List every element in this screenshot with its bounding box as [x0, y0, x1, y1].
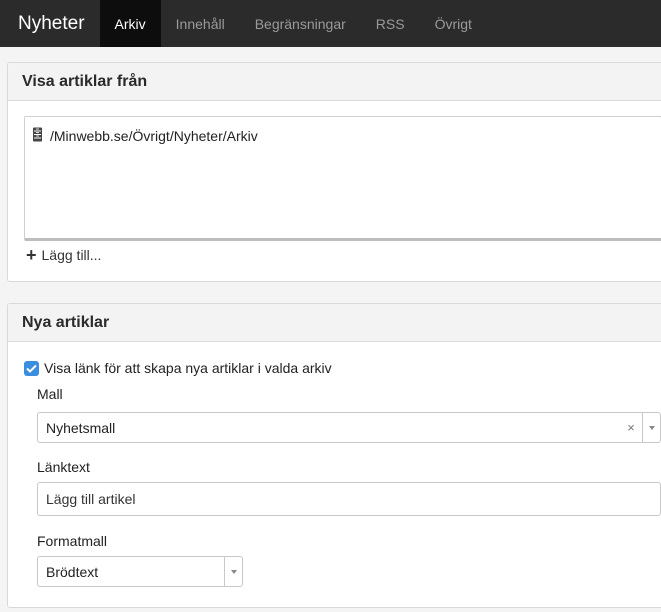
link-text-input[interactable]	[37, 482, 661, 516]
show-create-link-checkbox[interactable]	[24, 360, 39, 376]
template-select[interactable]: Nyhetsmall ×	[37, 412, 661, 443]
archive-icon	[32, 127, 50, 145]
show-create-link-checkbox-row[interactable]: Visa länk för att skapa nya artiklar i v…	[24, 360, 332, 376]
checkbox-label: Visa länk för att skapa nya artiklar i v…	[44, 360, 332, 376]
list-item[interactable]: /Minwebb.se/Övrigt/Nyheter/Arkiv	[32, 127, 258, 145]
tab-rss[interactable]: RSS	[361, 0, 420, 47]
plus-icon: +	[26, 245, 37, 265]
top-navbar: Nyheter Arkiv Innehåll Begränsningar RSS…	[0, 0, 661, 47]
chevron-down-icon	[648, 425, 655, 430]
dropdown-toggle[interactable]	[642, 413, 660, 442]
clear-icon[interactable]: ×	[620, 420, 642, 435]
format-label: Formatmall	[37, 533, 108, 549]
archive-path: /Minwebb.se/Övrigt/Nyheter/Arkiv	[50, 128, 258, 144]
archive-list[interactable]: /Minwebb.se/Övrigt/Nyheter/Arkiv	[24, 116, 661, 241]
tab-innehall[interactable]: Innehåll	[161, 0, 240, 47]
template-value: Nyhetsmall	[46, 419, 116, 436]
format-value: Brödtext	[46, 563, 99, 580]
add-archive-button[interactable]: + Lägg till...	[26, 245, 102, 265]
template-label: Mall	[37, 386, 63, 402]
app-title: Nyheter	[18, 12, 85, 34]
tab-arkiv[interactable]: Arkiv	[99, 0, 161, 47]
dropdown-toggle[interactable]	[224, 557, 242, 586]
tab-ovrigt[interactable]: Övrigt	[420, 0, 487, 47]
add-label: Lägg till...	[41, 247, 102, 263]
link-text-label: Länktext	[37, 459, 90, 475]
chevron-down-icon	[230, 569, 237, 574]
checkmark-icon	[26, 364, 37, 373]
panel-title: Nya artiklar	[8, 304, 661, 342]
archive-source-panel: Visa artiklar från /Minwebb.se/Övrigt/Ny…	[7, 62, 661, 282]
tab-begransningar[interactable]: Begränsningar	[240, 0, 361, 47]
new-articles-panel: Nya artiklar Visa länk för att skapa nya…	[7, 303, 661, 608]
panel-title: Visa artiklar från	[8, 63, 661, 101]
format-select[interactable]: Brödtext	[37, 556, 243, 587]
